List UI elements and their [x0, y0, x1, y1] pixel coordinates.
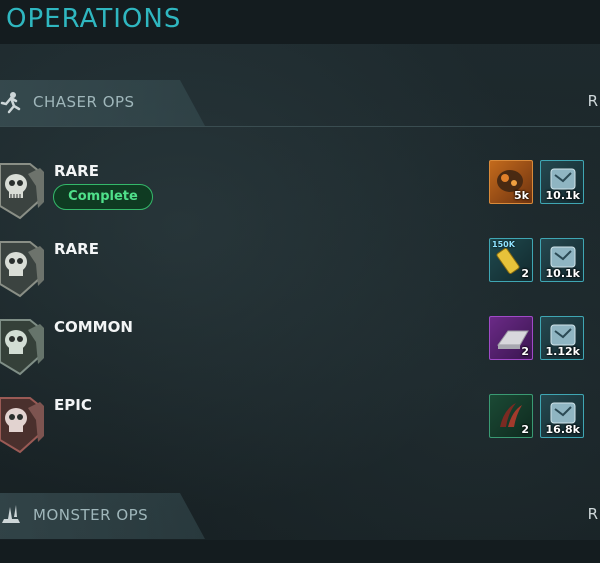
- reward-qty: 2: [521, 423, 529, 436]
- section-header-chaser[interactable]: CHASER OPS R: [0, 80, 600, 126]
- section-right-cut-monster: R: [587, 505, 598, 523]
- reward-intel[interactable]: 10.1k: [540, 238, 584, 282]
- op-row-3[interactable]: COMMON 2 1.12k: [0, 316, 600, 394]
- reward-battery[interactable]: 150K 2: [489, 238, 533, 282]
- op-rarity: COMMON: [54, 318, 133, 336]
- reward-tag: 150K: [492, 240, 515, 249]
- skull-shield-icon: [0, 241, 44, 298]
- page-title: OPERATIONS: [6, 4, 182, 34]
- complete-badge[interactable]: Complete: [53, 184, 153, 210]
- op-rarity: RARE: [54, 240, 99, 258]
- section-label-chaser: CHASER OPS: [33, 93, 135, 111]
- chaser-runner-icon: [0, 92, 21, 114]
- section-label-monster: MONSTER OPS: [33, 506, 149, 524]
- reward-intel[interactable]: 1.12k: [540, 316, 584, 360]
- reward-qty: 10.1k: [545, 189, 580, 202]
- op-row-2[interactable]: RARE 150K 2 10.1k: [0, 238, 600, 316]
- monster-claw-icon: [2, 505, 20, 523]
- reward-qty: 2: [521, 267, 529, 280]
- bottom-strip: [0, 540, 600, 563]
- reward-qty: 1.12k: [545, 345, 580, 358]
- skull-shield-icon: [0, 397, 44, 454]
- reward-claw[interactable]: 2: [489, 394, 533, 438]
- op-rarity: EPIC: [54, 396, 92, 414]
- reward-intel[interactable]: 10.1k: [540, 160, 584, 204]
- reward-qty: 2: [521, 345, 529, 358]
- skull-shield-icon: [0, 319, 44, 376]
- op-row-1[interactable]: RARE Complete 5k 10.1k: [0, 160, 600, 238]
- section-divider: [0, 126, 600, 127]
- reward-ore[interactable]: 5k: [489, 160, 533, 204]
- reward-ingot[interactable]: 2: [489, 316, 533, 360]
- skull-shield-icon: [0, 163, 44, 220]
- reward-qty: 16.8k: [545, 423, 580, 436]
- section-header-monster[interactable]: MONSTER OPS R: [0, 493, 600, 539]
- op-rarity: RARE: [54, 162, 99, 180]
- reward-intel[interactable]: 16.8k: [540, 394, 584, 438]
- op-row-4[interactable]: EPIC 2 16.8k: [0, 394, 600, 472]
- reward-qty: 10.1k: [545, 267, 580, 280]
- reward-qty: 5k: [514, 189, 529, 202]
- top-bar: OPERATIONS: [0, 0, 600, 44]
- section-right-cut-chaser: R: [587, 92, 598, 110]
